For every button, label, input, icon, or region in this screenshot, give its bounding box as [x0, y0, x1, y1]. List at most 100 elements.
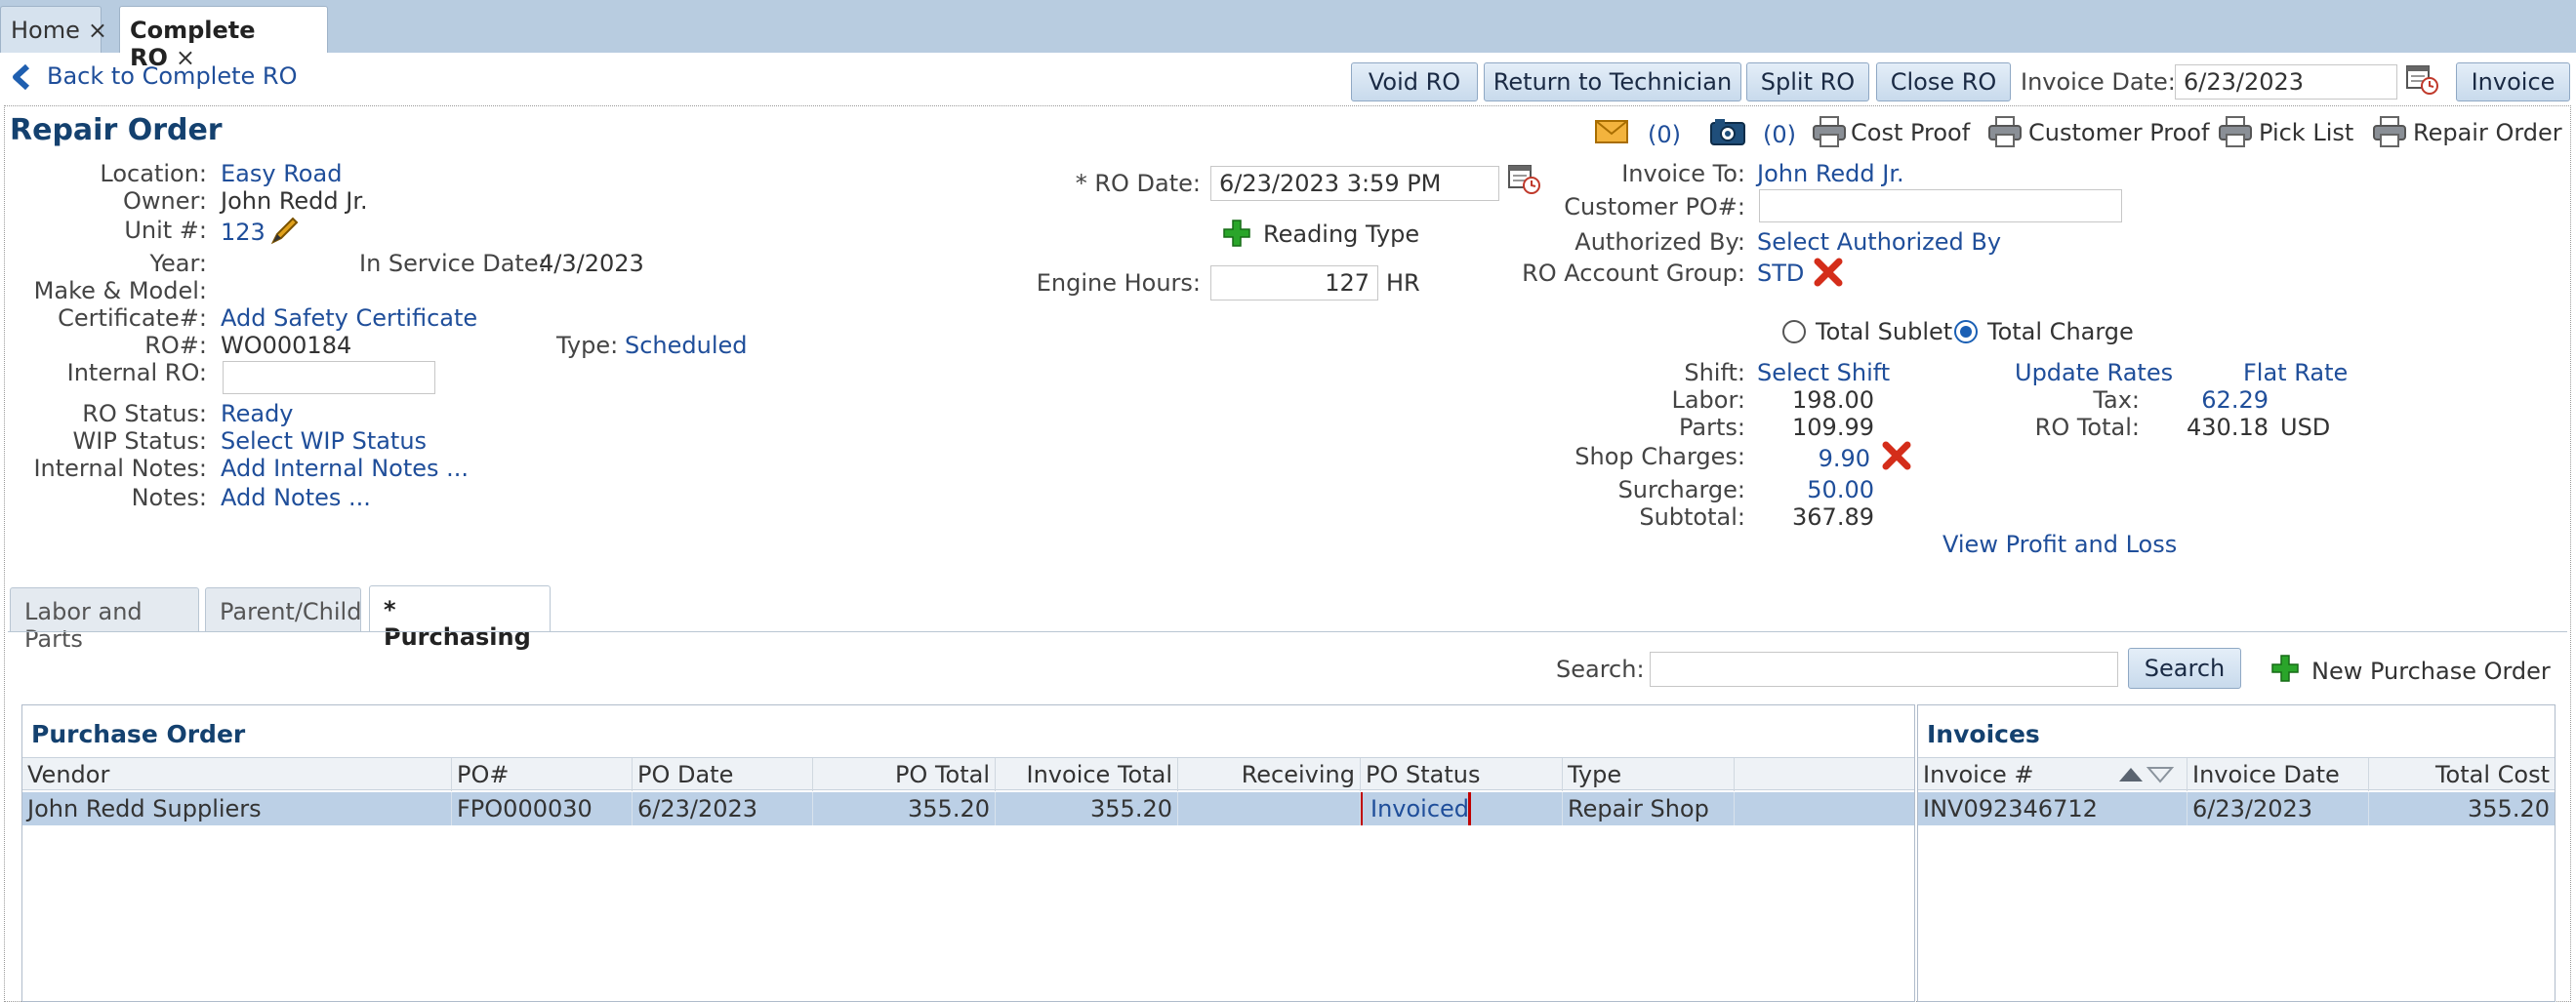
shop-charges-link[interactable]: 9.90 [1757, 445, 1870, 472]
surcharge-link[interactable]: 50.00 [1757, 476, 1874, 503]
flat-rate-link[interactable]: Flat Rate [2243, 359, 2348, 386]
in-service-date-label: In Service Date: [359, 250, 547, 277]
printer-icon[interactable] [2218, 115, 2253, 148]
ro-number-label: RO#: [144, 332, 207, 359]
add-internal-notes-link[interactable]: Add Internal Notes ... [221, 455, 469, 482]
sort-arrows-icon[interactable] [2117, 766, 2176, 783]
tab-purchasing[interactable]: * Purchasing [369, 585, 551, 651]
plus-add-icon[interactable] [1222, 219, 1251, 248]
col-invoice-total[interactable]: Invoice Total [996, 758, 1178, 791]
cost-proof-link[interactable]: Cost Proof [1851, 119, 1970, 146]
parts-label: Parts: [1679, 414, 1745, 441]
col-invoice-date[interactable]: Invoice Date [2188, 758, 2369, 791]
col-invoice-number[interactable]: Invoice # [1918, 758, 2188, 791]
split-ro-button[interactable]: Split RO [1746, 62, 1869, 101]
repair-order-print-link[interactable]: Repair Order [2413, 119, 2562, 146]
close-ro-button[interactable]: Close RO [1876, 62, 2011, 101]
po-status-invoiced-link[interactable]: Invoiced [1361, 792, 1471, 825]
void-ro-button[interactable]: Void RO [1351, 62, 1478, 101]
delete-x-icon[interactable] [1814, 258, 1843, 287]
search-label: Search: [1556, 656, 1645, 683]
camera-icon[interactable] [1710, 117, 1747, 146]
authorized-by-link[interactable]: Select Authorized By [1757, 228, 2001, 256]
account-group-link[interactable]: STD [1757, 260, 1804, 287]
tab-home[interactable]: Home × [0, 6, 107, 53]
photo-count[interactable]: (0) [1763, 121, 1796, 148]
pick-list-link[interactable]: Pick List [2259, 119, 2353, 146]
total-sublet-label[interactable]: Total Sublet [1816, 318, 1952, 345]
add-safety-certificate-link[interactable]: Add Safety Certificate [221, 304, 477, 332]
customer-proof-link[interactable]: Customer Proof [2028, 119, 2209, 146]
reading-type-link[interactable]: Reading Type [1263, 220, 1419, 248]
tab-labor-and-parts[interactable]: Labor and Parts [10, 587, 199, 653]
unit-link[interactable]: 123 [221, 219, 266, 246]
type-link[interactable]: Scheduled [625, 332, 748, 359]
select-shift-link[interactable]: Select Shift [1757, 359, 1890, 386]
internal-ro-input[interactable] [223, 361, 435, 394]
tax-link[interactable]: 62.29 [2147, 386, 2269, 414]
col-receiving-cost[interactable]: Receiving Cost [1178, 758, 1361, 791]
po-number-link[interactable]: FPO000030 [452, 792, 633, 825]
tab-parent-child[interactable]: Parent/Child [205, 587, 361, 632]
search-button[interactable]: Search [2128, 648, 2241, 689]
parts-value: 109.99 [1792, 414, 1874, 441]
close-icon[interactable]: × [88, 17, 107, 44]
receiving-cost-cell [1178, 792, 1361, 825]
back-arrow-icon[interactable] [12, 64, 35, 90]
pencil-edit-icon[interactable] [269, 215, 301, 246]
col-po-date[interactable]: PO Date [633, 758, 813, 791]
delete-x-icon[interactable] [1882, 441, 1911, 470]
email-icon[interactable] [1595, 119, 1630, 144]
printer-icon[interactable] [1987, 115, 2023, 148]
table-row[interactable]: INV092346712 6/23/2023 355.20 [1918, 792, 2555, 825]
purchase-order-panel [21, 704, 1915, 1002]
plus-add-icon[interactable] [2270, 654, 2300, 683]
unit-label: Unit #: [124, 217, 207, 244]
email-count[interactable]: (0) [1648, 121, 1681, 148]
return-to-technician-button[interactable]: Return to Technician [1484, 62, 1741, 101]
po-total-cell: 355.20 [813, 792, 996, 825]
total-cost-cell: 355.20 [2468, 795, 2550, 822]
col-total-cost[interactable]: Total Cost [2369, 758, 2555, 791]
po-grid-header: Vendor PO# PO Date PO Total Invoice Tota… [22, 757, 1914, 791]
po-status-cell: Invoiced [1361, 792, 1563, 825]
total-charge-label[interactable]: Total Charge [1987, 318, 2134, 345]
customer-po-input[interactable] [1759, 189, 2122, 222]
table-row[interactable]: John Redd Suppliers FPO000030 6/23/2023 … [22, 792, 1914, 825]
owner-value: John Redd Jr. [221, 187, 368, 215]
invoice-grid-header: Invoice # Invoice Date Total Cost [1918, 757, 2555, 791]
search-input[interactable] [1650, 652, 2118, 687]
total-sublet-radio[interactable] [1780, 318, 1808, 345]
view-profit-loss-link[interactable]: View Profit and Loss [1942, 531, 2177, 558]
add-notes-link[interactable]: Add Notes ... [221, 484, 371, 511]
calendar-clock-icon[interactable] [2405, 62, 2438, 96]
internal-notes-label: Internal Notes: [33, 455, 207, 482]
total-charge-radio[interactable] [1952, 318, 1980, 345]
col-vendor[interactable]: Vendor [22, 758, 452, 791]
ro-status-link[interactable]: Ready [221, 400, 294, 427]
col-po-total[interactable]: PO Total [813, 758, 996, 791]
tab-complete-ro[interactable]: Complete RO × [119, 6, 328, 71]
wip-status-link[interactable]: Select WIP Status [221, 427, 427, 455]
printer-icon[interactable] [1812, 115, 1847, 148]
invoice-total-cell: 355.20 [996, 792, 1178, 825]
notes-label: Notes: [131, 484, 207, 511]
location-link[interactable]: Easy Road [221, 160, 342, 187]
invoice-button[interactable]: Invoice [2456, 62, 2570, 101]
printer-icon[interactable] [2372, 115, 2407, 148]
internal-ro-label: Internal RO: [66, 359, 207, 386]
new-purchase-order-link[interactable]: New Purchase Order [2311, 658, 2551, 685]
update-rates-link[interactable]: Update Rates [2015, 359, 2173, 386]
invoice-to-link[interactable]: John Redd Jr. [1757, 160, 1904, 187]
shift-label: Shift: [1684, 359, 1745, 386]
col-type[interactable]: Type [1563, 758, 1735, 791]
col-po-status[interactable]: PO Status [1361, 758, 1563, 791]
invoice-date-input[interactable]: 6/23/2023 [2175, 64, 2397, 100]
col-po-number[interactable]: PO# [452, 758, 633, 791]
ro-number-value: WO000184 [221, 332, 352, 359]
engine-hours-input[interactable]: 127 [1210, 265, 1378, 301]
back-link[interactable]: Back to Complete RO [47, 62, 297, 90]
engine-hours-unit: HR [1386, 269, 1420, 297]
ro-total-label: RO Total: [2034, 414, 2140, 441]
ro-date-input[interactable]: 6/23/2023 3:59 PM [1210, 166, 1499, 201]
